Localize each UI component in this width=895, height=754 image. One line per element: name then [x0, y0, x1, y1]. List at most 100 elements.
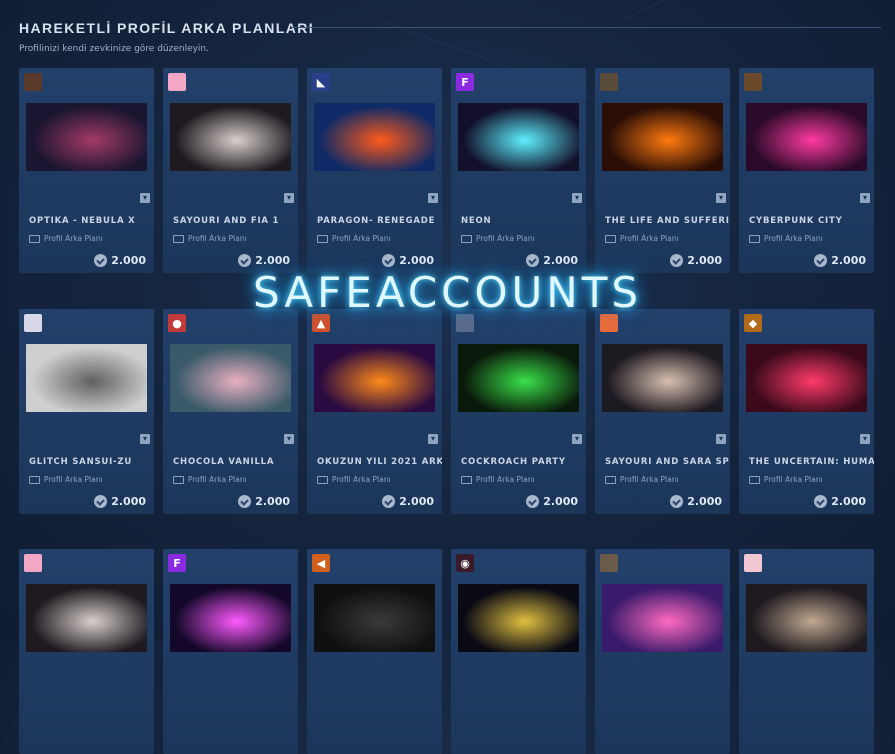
item-card[interactable] — [739, 549, 874, 754]
background-preview-image[interactable] — [746, 103, 867, 171]
helmet-avatar-icon — [744, 73, 762, 91]
background-preview-image[interactable] — [458, 584, 579, 652]
download-icon[interactable]: ▾ — [860, 434, 870, 444]
price-value: 2.000 — [111, 495, 146, 508]
item-card[interactable]: ▾ CYBERPUNK CİTY Profil Arka Planı 2.000 — [739, 68, 874, 273]
download-icon[interactable]: ▾ — [860, 193, 870, 203]
item-type: Profil Arka Planı — [173, 475, 247, 484]
item-price: 2.000 — [382, 254, 434, 267]
item-price: 2.000 — [670, 495, 722, 508]
background-preview-image[interactable] — [458, 103, 579, 171]
download-icon[interactable]: ▾ — [428, 193, 438, 203]
item-type: Profil Arka Planı — [317, 475, 391, 484]
background-preview-image[interactable] — [602, 103, 723, 171]
image-frame-icon — [29, 475, 40, 484]
item-type: Profil Arka Planı — [461, 475, 535, 484]
image-frame-icon — [461, 475, 472, 484]
image-frame-icon — [173, 475, 184, 484]
item-card[interactable]: ▾ COCKROACH PARTY Profil Arka Planı 2.000 — [451, 309, 586, 514]
points-coin-icon — [94, 495, 108, 508]
price-value: 2.000 — [687, 495, 722, 508]
item-type-label: Profil Arka Planı — [188, 475, 247, 484]
item-type: Profil Arka Planı — [749, 475, 823, 484]
image-frame-icon — [749, 475, 760, 484]
item-type-label: Profil Arka Planı — [620, 475, 679, 484]
item-card[interactable]: F — [163, 549, 298, 754]
item-card[interactable]: ▾ GLİTCH SANSUİ-ZU Profil Arka Planı 2.000 — [19, 309, 154, 514]
item-type-label: Profil Arka Planı — [620, 234, 679, 243]
download-icon[interactable]: ▾ — [284, 434, 294, 444]
item-card[interactable] — [19, 549, 154, 754]
download-icon[interactable]: ▾ — [140, 193, 150, 203]
background-preview-image[interactable] — [746, 344, 867, 412]
price-value: 2.000 — [831, 254, 866, 267]
image-frame-icon — [317, 475, 328, 484]
download-icon[interactable]: ▾ — [716, 434, 726, 444]
catgirl-avatar-icon — [24, 554, 42, 572]
background-preview-image[interactable] — [746, 584, 867, 652]
points-coin-icon — [814, 254, 828, 267]
background-preview-image[interactable] — [602, 344, 723, 412]
image-frame-icon — [29, 234, 40, 243]
download-icon[interactable]: ▾ — [140, 434, 150, 444]
item-price: 2.000 — [670, 254, 722, 267]
points-coin-icon — [526, 495, 540, 508]
paragon-logo-icon: ◣ — [312, 73, 330, 91]
background-preview-image[interactable] — [26, 103, 147, 171]
item-name: PARAGON- RENEGADE — [317, 216, 436, 226]
item-card[interactable] — [595, 549, 730, 754]
background-preview-image[interactable] — [314, 103, 435, 171]
item-card[interactable]: F ▾ NEON Profil Arka Planı 2.000 — [451, 68, 586, 273]
item-price: 2.000 — [526, 254, 578, 267]
price-value: 2.000 — [255, 254, 290, 267]
item-type-label: Profil Arka Planı — [476, 234, 535, 243]
item-card[interactable]: ▾ THE LİFE AND SUFFERING Profil Arka Planı… — [595, 68, 730, 273]
download-icon[interactable]: ▾ — [716, 193, 726, 203]
item-card[interactable]: ◣ ▾ PARAGON- RENEGADE Profil Arka Planı 2.00… — [307, 68, 442, 273]
download-icon[interactable]: ▾ — [572, 193, 582, 203]
download-icon[interactable]: ▾ — [572, 434, 582, 444]
price-value: 2.000 — [543, 495, 578, 508]
page-title: HAREKETLİ PROFİL ARKA PLANLARI — [19, 20, 315, 36]
background-preview-image[interactable] — [170, 344, 291, 412]
item-type: Profil Arka Planı — [461, 234, 535, 243]
item-card[interactable]: ▾ SAYOURİ AND FİA 1 Profil Arka Planı 2.000 — [163, 68, 298, 273]
item-price: 2.000 — [238, 495, 290, 508]
item-card[interactable]: ● ▾ CHOCOLA VANİLLA Profil Arka Planı 2.000 — [163, 309, 298, 514]
background-preview-image[interactable] — [314, 584, 435, 652]
item-type: Profil Arka Planı — [605, 234, 679, 243]
points-coin-icon — [670, 254, 684, 267]
item-card[interactable]: ◀ — [307, 549, 442, 754]
item-card[interactable]: ◆ ▾ THE UNCERTAİN: HUMAN Profil Arka Planı 2… — [739, 309, 874, 514]
item-type-label: Profil Arka Planı — [44, 475, 103, 484]
item-name: THE UNCERTAİN: HUMAN — [749, 457, 874, 467]
points-coin-icon — [526, 254, 540, 267]
helmet-avatar-icon — [600, 554, 618, 572]
item-type: Profil Arka Planı — [317, 234, 391, 243]
item-name: CHOCOLA VANİLLA — [173, 457, 275, 467]
item-card[interactable]: ▲ ▾ ÖKÜZÜN YILI 2021 ARKA Profil Arka Planı… — [307, 309, 442, 514]
item-price: 2.000 — [94, 254, 146, 267]
points-coin-icon — [382, 495, 396, 508]
background-preview-image[interactable] — [602, 584, 723, 652]
background-preview-image[interactable] — [26, 344, 147, 412]
item-card[interactable]: ▾ OPTİKA - NEBULA X Profil Arka Planı 2.000 — [19, 68, 154, 273]
item-type: Profil Arka Planı — [29, 234, 103, 243]
price-value: 2.000 — [399, 495, 434, 508]
section-header: HAREKETLİ PROFİL ARKA PLANLARI Profilini… — [19, 18, 881, 54]
item-card[interactable]: ◉ — [451, 549, 586, 754]
watermark-text: SAFEACCOUNTS — [252, 268, 643, 317]
background-preview-image[interactable] — [26, 584, 147, 652]
download-icon[interactable]: ▾ — [428, 434, 438, 444]
item-type-label: Profil Arka Planı — [332, 475, 391, 484]
item-card[interactable]: ▾ SAYOURİ AND SARA SPO Profil Arka Planı 2.… — [595, 309, 730, 514]
item-type-label: Profil Arka Planı — [44, 234, 103, 243]
item-price: 2.000 — [238, 254, 290, 267]
background-preview-image[interactable] — [458, 344, 579, 412]
download-icon[interactable]: ▾ — [284, 193, 294, 203]
background-preview-image[interactable] — [170, 584, 291, 652]
background-preview-image[interactable] — [170, 103, 291, 171]
background-preview-image[interactable] — [314, 344, 435, 412]
helmet-avatar-icon — [24, 73, 42, 91]
catgirl-avatar-icon — [168, 73, 186, 91]
